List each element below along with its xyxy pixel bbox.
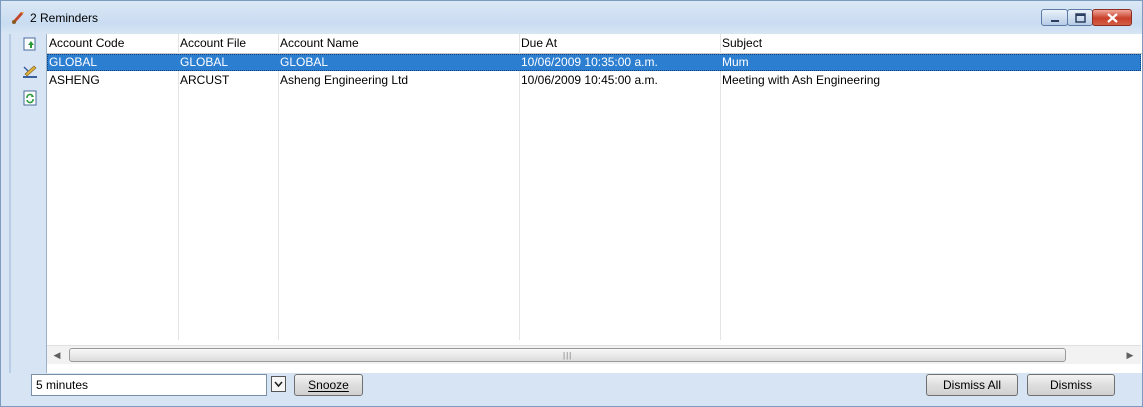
scrollbar-thumb[interactable]: ||| [69, 348, 1066, 362]
cell-account-file: ARCUST [180, 73, 230, 87]
open-item-icon[interactable] [22, 36, 38, 52]
column-header-due-at[interactable]: Due At [519, 34, 557, 53]
snooze-button-label: Snooze [308, 378, 349, 392]
cell-account-code: GLOBAL [49, 55, 98, 69]
close-button[interactable] [1092, 9, 1132, 26]
side-toolbar [10, 34, 46, 373]
cell-due-at: 10/06/2009 10:35:00 a.m. [521, 55, 658, 69]
title-bar[interactable]: 2 Reminders [1, 1, 1142, 33]
cell-account-name: Asheng Engineering Ltd [280, 73, 409, 87]
reminders-grid: Account Code Account File Account Name D… [46, 34, 1142, 373]
scroll-left-icon[interactable]: ◀ [51, 349, 63, 361]
snooze-duration-value: 5 minutes [36, 378, 89, 392]
reminders-window: 2 Reminders Account Code Account File Ac… [0, 0, 1143, 407]
snooze-duration-select[interactable]: 5 minutes [31, 374, 267, 396]
bottom-bar: 5 minutes Snooze Dismiss All Dismiss [1, 373, 1142, 406]
column-header-account-name[interactable]: Account Name [278, 34, 359, 53]
cell-account-name: GLOBAL [280, 55, 329, 69]
column-header-account-file[interactable]: Account File [178, 34, 246, 53]
cell-due-at: 10/06/2009 10:45:00 a.m. [521, 73, 658, 87]
maximize-button[interactable] [1067, 9, 1093, 26]
snooze-dropdown-button[interactable] [271, 376, 286, 392]
table-row[interactable]: GLOBAL GLOBAL GLOBAL 10/06/2009 10:35:00… [47, 54, 1141, 71]
reminder-bell-icon [10, 9, 26, 25]
table-row[interactable]: ASHENG ARCUST Asheng Engineering Ltd 10/… [47, 72, 1141, 89]
cell-subject: Meeting with Ash Engineering [722, 73, 881, 87]
snooze-button[interactable]: Snooze [294, 374, 363, 396]
dismiss-button-label: Dismiss [1050, 378, 1092, 392]
dismiss-button[interactable]: Dismiss [1027, 374, 1115, 396]
chevron-down-icon [274, 381, 283, 388]
grid-header: Account Code Account File Account Name D… [47, 34, 1142, 54]
horizontal-scrollbar[interactable]: ◀ ||| ▶ [47, 345, 1141, 364]
cell-account-code: ASHENG [49, 73, 100, 87]
refresh-icon[interactable] [22, 90, 38, 106]
column-header-subject[interactable]: Subject [720, 34, 762, 53]
minimize-icon [1051, 20, 1059, 22]
column-header-account-code[interactable]: Account Code [47, 34, 124, 53]
maximize-icon [1075, 13, 1086, 23]
edit-item-icon[interactable] [22, 63, 38, 79]
window-title: 2 Reminders [30, 11, 99, 25]
cell-subject: Mum [722, 55, 749, 69]
close-icon [1107, 13, 1118, 23]
grip-icon: ||| [563, 351, 573, 360]
dismiss-all-button-label: Dismiss All [942, 378, 1001, 392]
cell-account-file: GLOBAL [180, 55, 229, 69]
scroll-right-icon[interactable]: ▶ [1124, 349, 1136, 361]
minimize-button[interactable] [1041, 9, 1068, 26]
dismiss-all-button[interactable]: Dismiss All [926, 374, 1018, 396]
